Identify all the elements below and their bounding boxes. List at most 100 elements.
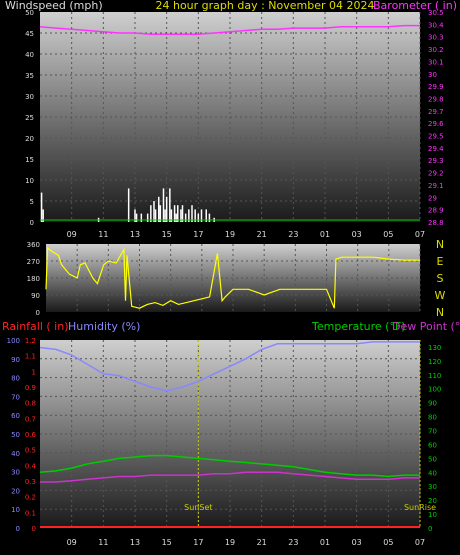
- rainfall-tick: 0: [32, 525, 36, 533]
- rainfall-tick: 0.4: [25, 462, 37, 470]
- direction-tick: 90: [31, 292, 40, 300]
- x-tick-label: 21: [257, 230, 267, 239]
- rainfall-tick: 0.5: [25, 447, 36, 455]
- temperature-tick: 80: [428, 414, 437, 422]
- humidity-axis-label: Humidity (%): [68, 320, 140, 333]
- barometer-tick: 30: [428, 71, 437, 79]
- temperature-tick: 30: [428, 483, 437, 491]
- barometer-tick: 29.5: [428, 133, 444, 141]
- barometer-tick: 29.1: [428, 182, 444, 190]
- rainfall-tick: 0.9: [25, 384, 36, 392]
- direction-tick: 0: [36, 309, 40, 317]
- compass-label: W: [435, 289, 446, 302]
- x-tick-label: 23: [288, 230, 298, 239]
- x-tick-label: 19: [225, 230, 235, 239]
- windspeed-tick: 0: [30, 219, 34, 227]
- x-tick-label: 17: [193, 230, 203, 239]
- graph-title: 24 hour graph day : November 04 2024: [155, 0, 374, 12]
- temperature-tick: 10: [428, 511, 437, 519]
- temperature-tick: 60: [428, 441, 437, 449]
- temperature-tick: 70: [428, 428, 437, 436]
- windspeed-tick: 25: [25, 114, 34, 122]
- barometer-tick: 30.1: [428, 58, 444, 66]
- sun-marker-label: SunRise: [404, 503, 436, 512]
- barometer-tick: 29.7: [428, 108, 444, 116]
- rainfall-tick: 1.2: [25, 337, 36, 345]
- x-tick-label: 15: [162, 538, 172, 547]
- x-tick-label: 13: [130, 538, 140, 547]
- compass-label: N: [436, 306, 444, 319]
- x-tick-label: 09: [67, 538, 77, 547]
- x-tick-label: 13: [130, 230, 140, 239]
- x-tick-label: 03: [352, 230, 362, 239]
- temperature-tick: 110: [428, 372, 441, 380]
- x-tick-label: 23: [288, 538, 298, 547]
- humidity-tick: 100: [7, 337, 20, 345]
- x-tick-label: 03: [352, 538, 362, 547]
- x-tick-label: 07: [415, 538, 425, 547]
- humidity-tick: 40: [11, 450, 20, 458]
- x-tick-label: 09: [67, 230, 77, 239]
- rainfall-tick: 0.8: [25, 400, 36, 408]
- temperature-tick: 90: [428, 400, 437, 408]
- humidity-tick: 60: [11, 412, 20, 420]
- humidity-tick: 20: [11, 487, 20, 495]
- sun-marker-label: SunSet: [184, 503, 212, 512]
- rainfall-tick: 0.2: [25, 494, 36, 502]
- rainfall-tick: 0.3: [25, 478, 36, 486]
- x-tick-label: 01: [320, 230, 330, 239]
- compass-label: S: [437, 272, 444, 285]
- humidity-tick: 10: [11, 506, 20, 514]
- rainfall-tick: 1.1: [25, 353, 36, 361]
- temperature-tick: 130: [428, 344, 441, 352]
- direction-tick: 180: [27, 275, 40, 283]
- temperature-tick: 100: [428, 386, 441, 394]
- x-tick-label: 11: [98, 538, 108, 547]
- windspeed-tick: 5: [30, 198, 34, 206]
- windspeed-tick: 35: [25, 72, 34, 80]
- temperature-tick: 40: [428, 469, 437, 477]
- rainfall-tick: 0.6: [25, 431, 37, 439]
- humidity-tick: 70: [11, 393, 20, 401]
- barometer-axis-label: Barometer ( in): [373, 0, 457, 12]
- temperature-tick: 0: [428, 525, 432, 533]
- weather-24h-graph: { "header": { "windspeed_label": "Windsp…: [0, 0, 460, 555]
- barometer-tick: 29.4: [428, 145, 444, 153]
- dewpoint-axis-label: Dew Point (°F): [392, 320, 460, 333]
- direction-tick: 270: [27, 258, 40, 266]
- barometer-tick: 30.3: [428, 34, 444, 42]
- humidity-tick: 50: [11, 431, 20, 439]
- windspeed-tick: 10: [25, 177, 34, 185]
- x-tick-label: 15: [162, 230, 172, 239]
- x-tick-label: 05: [383, 538, 393, 547]
- barometer-tick: 29.3: [428, 157, 444, 165]
- direction-tick: 360: [27, 241, 40, 249]
- x-tick-label: 17: [193, 538, 203, 547]
- windspeed-tick: 20: [25, 135, 34, 143]
- weather-graph-canvas: 05101520253035404550 28.828.92929.129.22…: [2, 0, 460, 547]
- barometer-tick: 28.8: [428, 219, 444, 227]
- windspeed-tick: 40: [25, 51, 34, 59]
- x-tick-label: 07: [415, 230, 425, 239]
- barometer-tick: 28.9: [428, 207, 444, 215]
- x-tick-label: 11: [98, 230, 108, 239]
- compass-label: E: [437, 255, 444, 268]
- rainfall-tick: 0.1: [25, 509, 36, 517]
- x-tick-label: 19: [225, 538, 235, 547]
- barometer-tick: 30.2: [428, 46, 444, 54]
- barometer-tick: 30.4: [428, 21, 444, 29]
- barometer-tick: 29.9: [428, 83, 444, 91]
- humidity-tick: 90: [11, 356, 20, 364]
- windspeed-tick: 30: [25, 93, 34, 101]
- barometer-tick: 29.6: [428, 120, 444, 128]
- temperature-tick: 50: [428, 455, 437, 463]
- rainfall-tick: 1: [32, 368, 36, 376]
- windspeed-tick: 45: [25, 30, 34, 38]
- x-tick-label: 21: [257, 538, 267, 547]
- rainfall-axis-label: Rainfall ( in): [2, 320, 69, 333]
- barometer-tick: 29: [428, 194, 437, 202]
- compass-label: N: [436, 238, 444, 251]
- windspeed-tick: 15: [25, 156, 34, 164]
- x-tick-label: 05: [383, 230, 393, 239]
- humidity-tick: 0: [16, 525, 20, 533]
